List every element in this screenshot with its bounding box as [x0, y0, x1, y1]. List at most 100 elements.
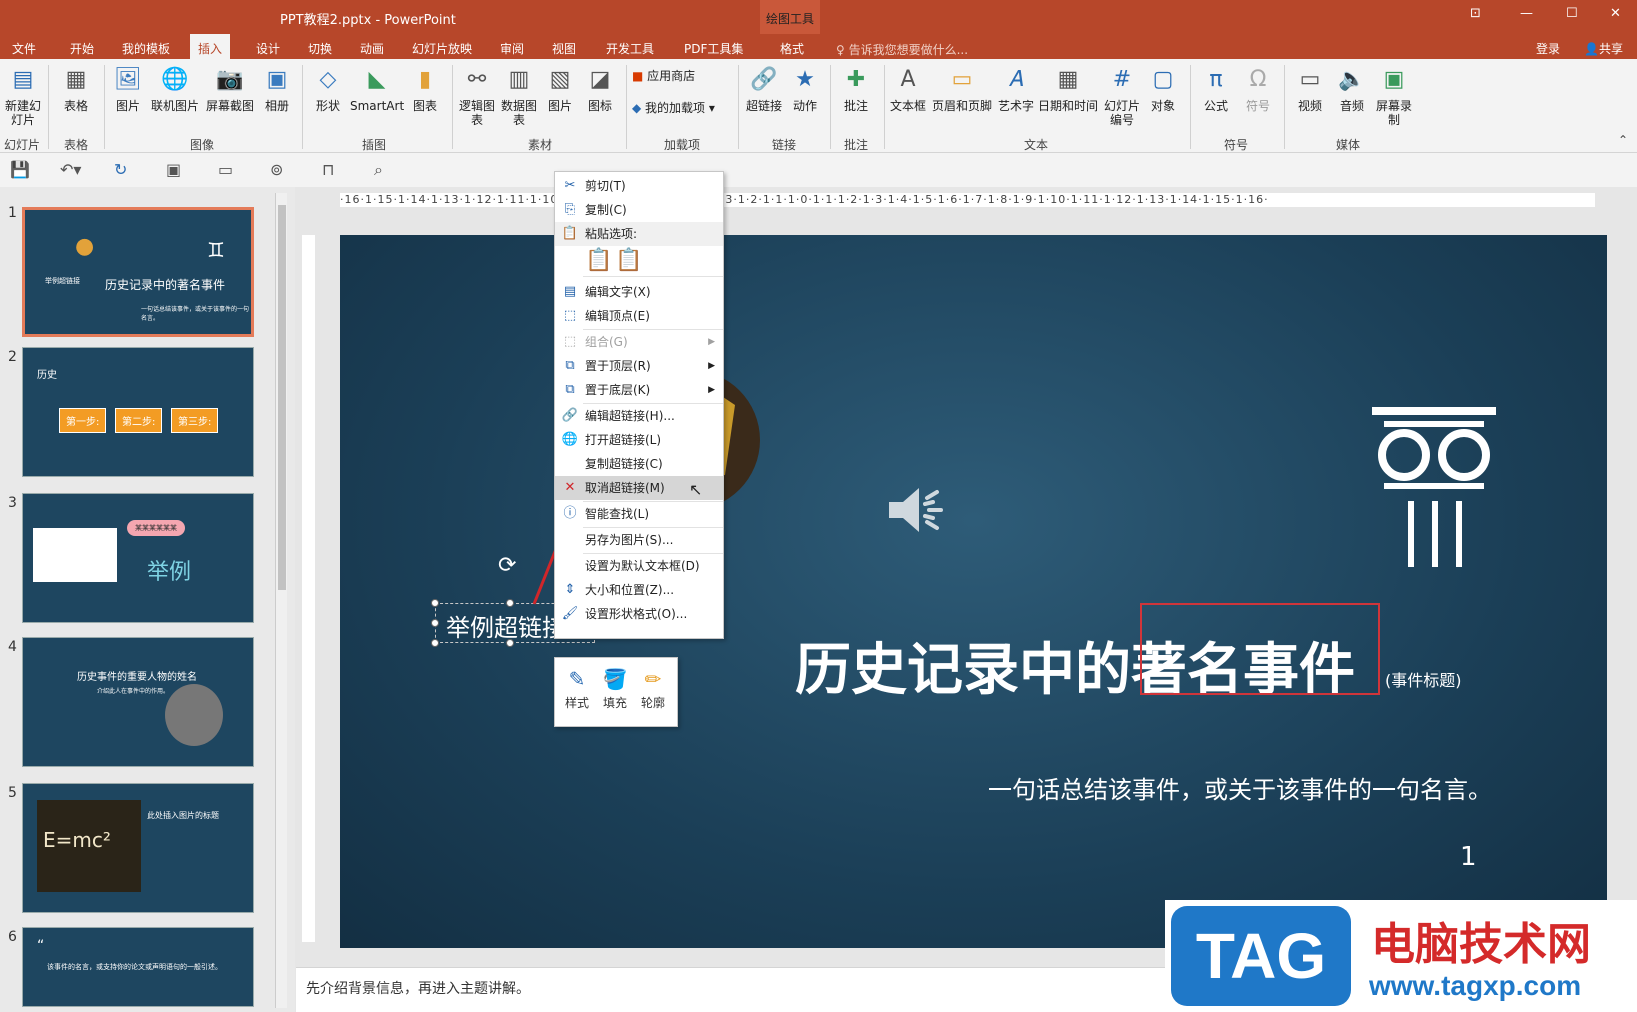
menu-item-copy[interactable]: ⎘ 复制(C)	[555, 198, 723, 222]
tab-animations[interactable]: 动画	[352, 37, 392, 60]
qat-projector-icon[interactable]: ⊓	[322, 160, 334, 179]
header-footer-button[interactable]: ▭ 页眉和页脚	[930, 65, 994, 113]
collapse-ribbon-icon[interactable]: ⌃	[1618, 133, 1628, 147]
scrollbar-thumb[interactable]	[278, 205, 286, 590]
equation-button[interactable]: π 公式	[1196, 65, 1236, 113]
notes-text[interactable]: 先介绍背景信息，再进入主题讲解。	[306, 978, 530, 998]
fill-button[interactable]: 🪣 填充	[597, 664, 633, 711]
comment-button[interactable]: ✚ 批注	[836, 65, 876, 113]
tab-transitions[interactable]: 切换	[300, 37, 340, 60]
symbol-button[interactable]: Ω 符号	[1238, 65, 1278, 113]
menu-item-cut[interactable]: ✂ 剪切(T)	[555, 174, 723, 198]
menu-item-set-default-textbox[interactable]: 设置为默认文本框(D)	[555, 554, 723, 578]
slide-thumbnail-1[interactable]: 历史记录中的著名事件 举例超链接 一句话总结该事件，或关于该事件的一句名言。 ●…	[22, 207, 254, 337]
paste-option-keep-format[interactable]: 📋	[585, 248, 612, 273]
menu-item-format-shape[interactable]: 🖌 设置形状格式(O)...	[555, 602, 723, 626]
menu-item-save-as-picture[interactable]: 另存为图片(S)...	[555, 528, 723, 552]
slide-thumbnail-4[interactable]: 历史事件的重要人物的姓名 介绍此人在事件中的作用。	[22, 637, 254, 767]
menu-item-copy-hyperlink[interactable]: 复制超链接(C)	[555, 452, 723, 476]
material-picture-button[interactable]: ▧ 图片	[542, 65, 578, 113]
tab-design[interactable]: 设计	[248, 37, 288, 60]
style-button[interactable]: ✎ 样式	[559, 664, 595, 711]
slide-thumbnail-5[interactable]: E=mc² 此处插入图片的标题	[22, 783, 254, 913]
speaker-icon[interactable]	[885, 480, 955, 540]
shapes-button[interactable]: ◇ 形状	[308, 65, 348, 113]
rotate-handle-icon[interactable]: ⟳	[498, 553, 516, 578]
group-comments: 批注	[844, 138, 869, 152]
share-button[interactable]: 👤共享	[1576, 37, 1631, 60]
menu-item-send-back[interactable]: ⧉ 置于底层(K) ▶	[555, 378, 723, 402]
object-button[interactable]: ▢ 对象	[1144, 65, 1182, 113]
slide-number-button[interactable]: # 幻灯片编号	[1102, 65, 1142, 127]
online-picture-button[interactable]: 🌐 联机图片	[150, 65, 200, 113]
hyperlink-button[interactable]: 🔗 超链接	[744, 65, 784, 113]
tab-view[interactable]: 视图	[544, 37, 584, 60]
menu-item-edit-hyperlink[interactable]: 🔗 编辑超链接(H)...	[555, 404, 723, 428]
slide-thumbnail-3[interactable]: 某某某某某某 举例	[22, 493, 254, 623]
outline-button[interactable]: ✏ 轮廓	[635, 664, 671, 711]
menu-item-size-position[interactable]: ⇕ 大小和位置(Z)...	[555, 578, 723, 602]
menu-item-bring-front[interactable]: ⧉ 置于顶层(R) ▶	[555, 354, 723, 378]
screenshot-button[interactable]: 📷 屏幕截图	[204, 65, 256, 113]
resize-handle[interactable]	[506, 599, 514, 607]
album-button[interactable]: ▣ 相册	[260, 65, 294, 113]
slide-thumbnail-2[interactable]: 历史 第一步: 第二步: 第三步:	[22, 347, 254, 477]
tab-format[interactable]: 格式	[772, 37, 812, 60]
tab-home[interactable]: 开始	[62, 37, 102, 60]
icons-button[interactable]: ◪ 图标	[582, 65, 618, 113]
table-button[interactable]: ▦ 表格	[56, 65, 96, 113]
tab-file[interactable]: 文件	[4, 37, 44, 60]
undo-icon[interactable]: ↶▾	[60, 160, 81, 179]
menu-item-edit-points[interactable]: ⬚ 编辑顶点(E)	[555, 304, 723, 328]
qat-preview-icon[interactable]: ⌕	[374, 160, 383, 180]
tab-pdf-tools[interactable]: PDF工具集	[676, 37, 751, 60]
tab-developer[interactable]: 开发工具	[598, 37, 662, 60]
qat-slide-icon[interactable]: ▣	[166, 160, 181, 179]
audio-button[interactable]: 🔈 音频	[1332, 65, 1372, 113]
menu-item-smart-lookup[interactable]: ⓘ 智能查找(L)	[555, 502, 723, 526]
menu-item-group[interactable]: ⬚ 组合(G) ▶	[555, 330, 723, 354]
minimize-button[interactable]: —	[1520, 6, 1533, 21]
resize-handle[interactable]	[431, 619, 439, 627]
new-slide-button[interactable]: ▤ 新建幻灯片	[4, 65, 42, 127]
resize-handle[interactable]	[431, 599, 439, 607]
tell-me-search[interactable]: ♀ 告诉我您想要做什么...	[836, 41, 968, 58]
resize-handle[interactable]	[431, 639, 439, 647]
thumbnail-scrollbar[interactable]	[275, 193, 287, 1008]
resize-handle[interactable]	[506, 639, 514, 647]
menu-item-remove-hyperlink[interactable]: ✕ 取消超链接(M) ↖	[555, 476, 723, 500]
tab-review[interactable]: 审阅	[492, 37, 532, 60]
data-chart-button[interactable]: ▥ 数据图表	[500, 65, 538, 127]
datetime-button[interactable]: ▦ 日期和时间	[1036, 65, 1100, 113]
paste-icon: 📋	[561, 226, 579, 241]
my-addins-button[interactable]: ◆ 我的加载项 ▾	[632, 101, 730, 115]
tab-insert[interactable]: 插入	[190, 34, 231, 59]
redo-icon[interactable]: ↻	[114, 160, 127, 179]
tab-templates[interactable]: 我的模板	[114, 37, 178, 60]
bring-front-icon: ⧉	[565, 358, 575, 373]
smartart-button[interactable]: ◣ SmartArt	[350, 65, 404, 113]
slide-quote[interactable]: 一句话总结该事件，或关于该事件的一句名言。	[988, 770, 1492, 805]
slide-thumbnail-6[interactable]: “ 该事件的名言，或支持你的论文或声明语句的一般引述。	[22, 927, 254, 1007]
screen-record-button[interactable]: ▣ 屏幕录制	[1374, 65, 1414, 127]
tab-slideshow[interactable]: 幻灯片放映	[404, 37, 480, 60]
object-icon: ▢	[1152, 67, 1174, 92]
close-button[interactable]: ✕	[1610, 6, 1621, 21]
video-button[interactable]: ▭ 视频	[1290, 65, 1330, 113]
qat-textbox-icon[interactable]: ▭	[218, 160, 233, 179]
maximize-button[interactable]: ☐	[1566, 6, 1578, 21]
menu-item-open-hyperlink[interactable]: 🌐 打开超链接(L)	[555, 428, 723, 452]
chart-button[interactable]: ▮ 图表	[408, 65, 442, 113]
logic-chart-button[interactable]: ⚯ 逻辑图表	[458, 65, 496, 127]
picture-button[interactable]: 🖼 图片	[110, 65, 146, 113]
login-link[interactable]: 登录	[1528, 37, 1568, 60]
app-store-button[interactable]: ■ 应用商店	[632, 69, 712, 83]
qat-present-icon[interactable]: ⊚	[270, 160, 283, 179]
wordart-button[interactable]: 𝐴 艺术字	[996, 65, 1036, 113]
action-button[interactable]: ★ 动作	[788, 65, 822, 113]
ribbon-display-icon[interactable]: ⊡	[1470, 6, 1481, 21]
menu-item-edit-text[interactable]: ▤ 编辑文字(X)	[555, 280, 723, 304]
textbox-button[interactable]: A 文本框	[888, 65, 928, 113]
save-icon[interactable]: 💾	[10, 160, 30, 179]
paste-option-picture[interactable]: 📋	[615, 248, 642, 273]
